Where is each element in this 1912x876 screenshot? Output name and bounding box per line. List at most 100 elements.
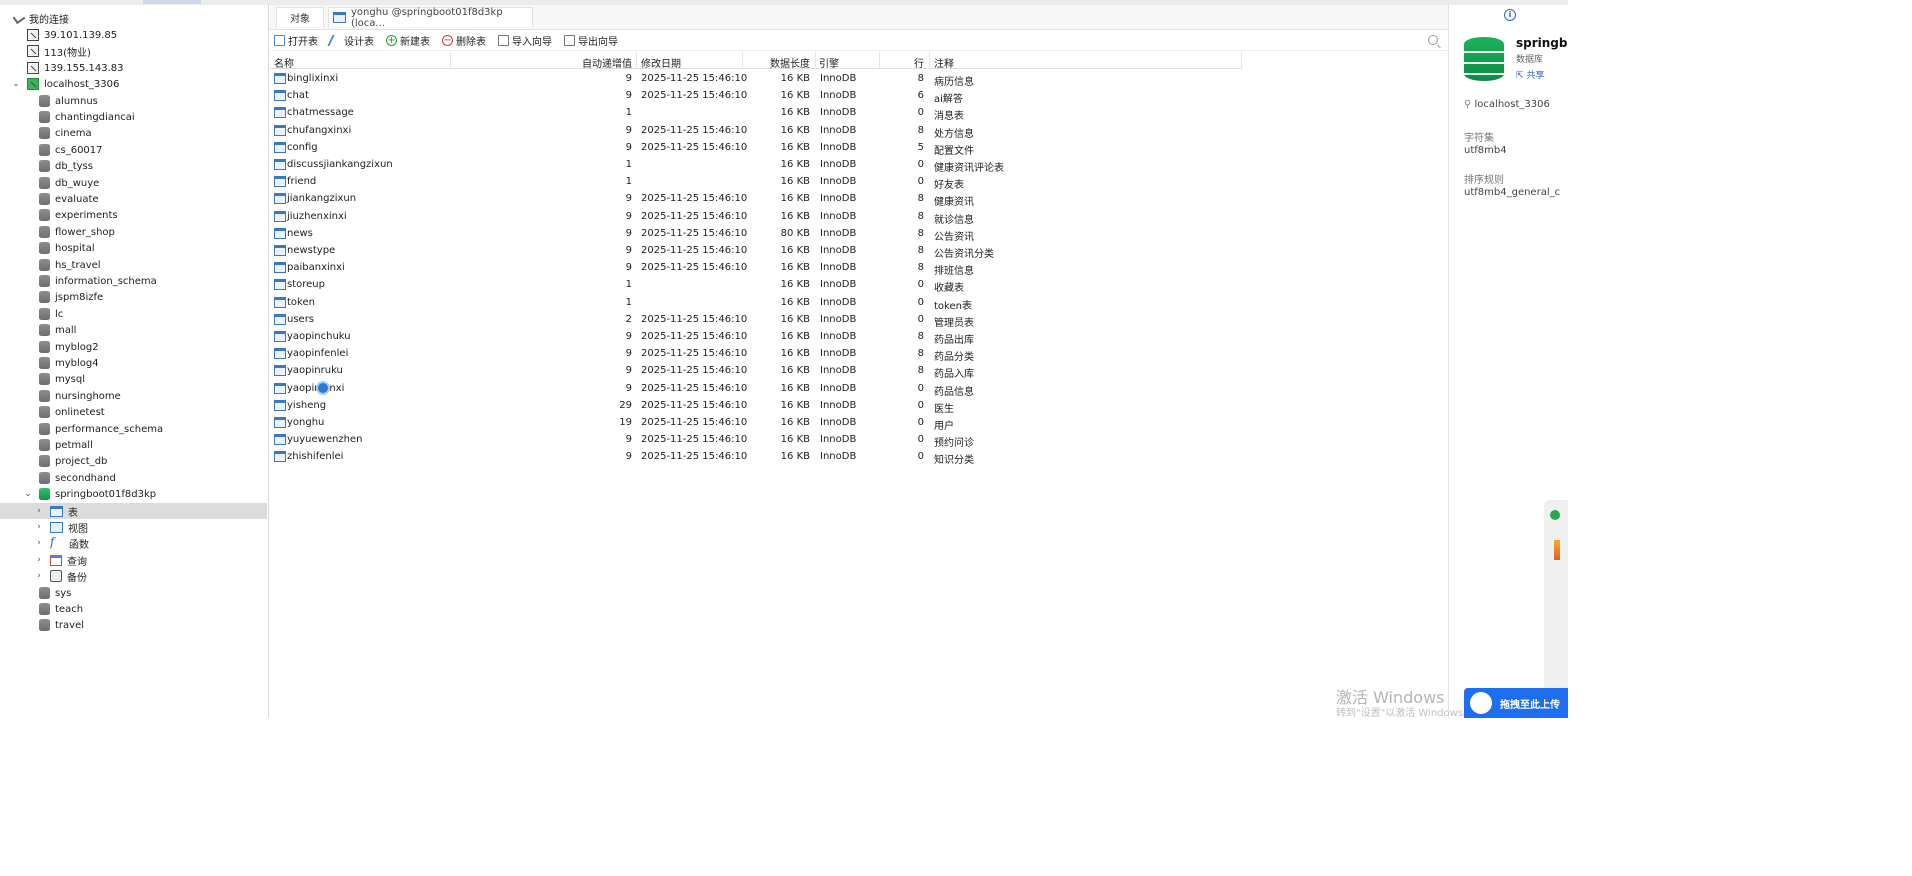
table-row[interactable]: zhishifenlei 9 2025-11-25 15:46:10 16 KB Inn… [270,449,1242,466]
chevron-right-icon[interactable]: › [34,506,44,516]
table-row[interactable]: config 9 2025-11-25 15:46:10 16 KB InnoDB 5 配置… [270,140,1242,157]
table-icon [274,107,286,118]
connection-item[interactable]: 39.101.139.85 [0,27,260,43]
database-item[interactable]: mall [0,322,260,338]
connection-item[interactable]: 139.155.143.83 [0,60,260,76]
drag-upload-button[interactable]: 拖拽至此上传 [1464,688,1568,718]
chevron-down-icon[interactable]: ⌄ [23,489,33,499]
database-item[interactable]: db_wuye [0,175,260,191]
database-item[interactable]: flower_shop [0,224,260,240]
col-rows-header[interactable]: 行 [880,55,924,70]
col-name-header[interactable]: 名称 [274,55,294,70]
database-item[interactable]: travel [0,617,260,633]
database-item[interactable]: nursinghome [0,388,260,404]
database-item[interactable]: sys [0,585,260,601]
table-row[interactable]: yaopinfenlei 9 2025-11-25 15:46:10 16 KB Inn… [270,346,1242,363]
table-row[interactable]: chufangxinxi 9 2025-11-25 15:46:10 16 KB Inn… [270,123,1242,140]
col-autoinc-header[interactable]: 自动递增值 [560,55,632,70]
open-table-button[interactable]: 打开表 [274,33,318,48]
database-item[interactable]: petmall [0,437,260,453]
connection-item[interactable]: 113(物业) [0,43,260,59]
connection-item[interactable]: ⌄ localhost_3306 [0,76,260,92]
table-row[interactable]: yonghu 19 2025-11-25 15:46:10 16 KB InnoDB 0 用… [270,415,1242,432]
database-item[interactable]: myblog2 [0,339,260,355]
schema-node[interactable]: › 表 [0,503,267,519]
chevron-right-icon[interactable]: › [34,538,44,548]
table-row[interactable]: yisheng 29 2025-11-25 15:46:10 16 KB InnoDB 0… [270,398,1242,415]
table-row[interactable]: storeup 1 16 KB InnoDB 0 收藏表 [270,277,1242,294]
table-row[interactable]: chat 9 2025-11-25 15:46:10 16 KB InnoDB 6 ai解答 [270,88,1242,105]
database-item[interactable]: hs_travel [0,257,260,273]
database-item[interactable]: secondhand [0,470,260,486]
table-row[interactable]: newstype 9 2025-11-25 15:46:10 16 KB InnoDB 8… [270,243,1242,260]
export-wizard-button[interactable]: 导出向导 [564,33,618,48]
database-item[interactable]: myblog4 [0,355,260,371]
table-row[interactable]: paibanxinxi 9 2025-11-25 15:46:10 16 KB Inno… [270,260,1242,277]
database-item[interactable]: chantingdiancai [0,109,260,125]
column-divider[interactable] [450,52,451,69]
import-wizard-button[interactable]: 导入向导 [498,33,552,48]
share-link[interactable]: ⇱ 共享 [1516,68,1544,81]
database-item[interactable]: performance_schema [0,421,260,437]
search-icon[interactable] [1428,35,1438,45]
database-item-label: chantingdiancai [55,111,135,123]
database-item[interactable]: project_db [0,453,260,469]
database-item[interactable]: onlinetest [0,404,260,420]
column-divider[interactable] [815,52,816,69]
database-item[interactable]: cs_60017 [0,142,260,158]
connection-item-label: localhost_3306 [44,78,120,90]
schema-node[interactable]: › f 函数 [0,535,260,551]
table-row[interactable]: token 1 16 KB InnoDB 0 token表 [270,295,1242,312]
database-item[interactable]: hospital [0,240,260,256]
database-item[interactable]: teach [0,601,260,617]
chevron-right-icon[interactable]: › [34,555,44,565]
table-row[interactable]: friend 1 16 KB InnoDB 0 好友表 [270,174,1242,191]
design-table-button[interactable]: 设计表 [327,33,374,48]
database-item[interactable]: alumnus [0,93,260,109]
database-item[interactable]: ⌄ springboot01f8d3kp [0,486,260,502]
database-item[interactable]: information_schema [0,273,260,289]
table-row[interactable]: users 2 2025-11-25 15:46:10 16 KB InnoDB 0 管理员… [270,312,1242,329]
table-row[interactable]: jiuzhenxinxi 9 2025-11-25 15:46:10 16 KB Inn… [270,209,1242,226]
database-icon [39,259,50,271]
table-row[interactable]: news 9 2025-11-25 15:46:10 80 KB InnoDB 8 公告资讯 [270,226,1242,243]
schema-node[interactable]: › 视图 [0,519,260,535]
delete-table-button[interactable]: − 删除表 [442,33,486,48]
table-row[interactable]: yaopinchuku 9 2025-11-25 15:46:10 16 KB Inno… [270,329,1242,346]
chevron-down-icon[interactable]: ⌄ [11,79,21,89]
table-row[interactable]: binglixinxi 9 2025-11-25 15:46:10 16 KB Inno… [270,71,1242,88]
col-engine-header[interactable]: 引擎 [819,55,839,70]
navigation-tree[interactable]: 我的连接 39.101.139.85 113(物业) 139.155.143.83 ⌄… [0,5,269,718]
table-row[interactable]: yaopinruku 9 2025-11-25 15:46:10 16 KB InnoD… [270,363,1242,380]
column-divider[interactable] [1241,52,1242,69]
rows-cell: 8 [917,348,924,359]
floating-monitor-widget[interactable] [1544,500,1568,700]
database-item[interactable]: evaluate [0,191,260,207]
database-item[interactable]: db_tyss [0,158,260,174]
col-datalen-header[interactable]: 数据长度 [742,55,810,70]
schema-node[interactable]: › 查询 [0,552,260,568]
database-item[interactable]: lc [0,306,260,322]
chevron-right-icon[interactable]: › [34,522,44,532]
column-divider[interactable] [636,52,637,69]
table-row[interactable]: yuyuewenzhen 9 2025-11-25 15:46:10 16 KB Inn… [270,432,1242,449]
column-divider[interactable] [929,52,930,69]
table-row[interactable]: discussjiankangzixun 1 16 KB InnoDB 0 健康资讯评论表 [270,157,1242,174]
table-row[interactable]: chatmessage 1 16 KB InnoDB 0 消息表 [270,105,1242,122]
database-item[interactable]: cinema [0,125,260,141]
chevron-right-icon[interactable]: › [34,571,44,581]
database-item[interactable]: experiments [0,207,260,223]
info-icon[interactable]: i [1504,9,1516,21]
tab-objects[interactable]: 对象 [276,7,324,27]
new-table-button[interactable]: + 新建表 [386,33,430,48]
tree-root[interactable]: 我的连接 [12,10,69,26]
autoinc-cell: 9 [625,142,632,153]
table-row[interactable]: yaopinxinxi92025-11-25 15:46:1016 KBInno… [270,381,1242,398]
tab-table-yonghu[interactable]: yonghu @springboot01f8d3kp (loca... [328,7,533,29]
database-item[interactable]: mysql [0,371,260,387]
database-item[interactable]: jspm8izfe [0,289,260,305]
schema-node[interactable]: › 备份 [0,568,260,584]
table-row[interactable]: jiankangzixun 9 2025-11-25 15:46:10 16 KB In… [270,191,1242,208]
col-modified-header[interactable]: 修改日期 [641,55,681,70]
col-comment-header[interactable]: 注释 [934,55,954,70]
